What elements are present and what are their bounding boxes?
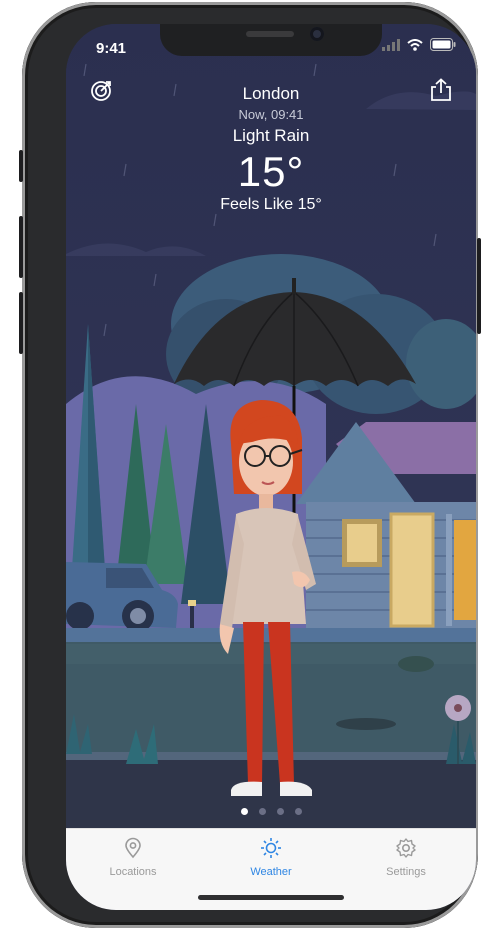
screen: 9:41 London Now, 09:41 Light Rain 15° Fe… — [66, 24, 476, 910]
status-time: 9:41 — [96, 40, 127, 57]
tab-weather[interactable]: Weather — [216, 837, 326, 878]
weather-header: London Now, 09:41 Light Rain 15° Feels L… — [66, 84, 476, 214]
tab-label-settings: Settings — [386, 866, 426, 878]
volume-down-button — [19, 292, 23, 354]
page-dot[interactable] — [276, 808, 284, 815]
temperature: 15° — [237, 148, 305, 195]
status-icons — [382, 38, 456, 51]
tab-label-weather: Weather — [250, 866, 292, 878]
feels-like: Feels Like 15° — [220, 196, 322, 213]
tab-locations[interactable]: Locations — [78, 837, 188, 878]
share-icon[interactable] — [430, 78, 452, 102]
tab-label-locations: Locations — [109, 866, 157, 878]
volume-up-button — [19, 216, 23, 278]
mute-switch — [19, 150, 23, 182]
tab-bar: Locations Weather Settings — [66, 828, 476, 910]
home-indicator[interactable] — [198, 895, 344, 900]
tab-settings[interactable]: Settings — [351, 837, 461, 878]
wifi-icon — [407, 38, 423, 51]
battery-icon — [430, 38, 456, 51]
front-camera — [310, 27, 324, 41]
city-name: London — [242, 84, 300, 103]
gear-icon — [396, 838, 416, 858]
speaker-grille — [246, 31, 294, 37]
weather-condition: Light Rain — [232, 126, 310, 145]
cellular-signal-icon — [382, 38, 400, 51]
page-indicator[interactable] — [66, 808, 476, 815]
page-dot[interactable] — [240, 808, 248, 815]
phone-frame: 9:41 London Now, 09:41 Light Rain 15° Fe… — [19, 2, 481, 928]
notch — [160, 24, 382, 56]
power-button — [477, 238, 481, 334]
current-time: Now, 09:41 — [238, 107, 304, 122]
sun-icon — [261, 838, 281, 858]
location-pin-icon — [125, 837, 141, 859]
page-dot[interactable] — [294, 808, 302, 815]
current-location-icon[interactable] — [90, 80, 112, 102]
page-dot[interactable] — [258, 808, 266, 815]
